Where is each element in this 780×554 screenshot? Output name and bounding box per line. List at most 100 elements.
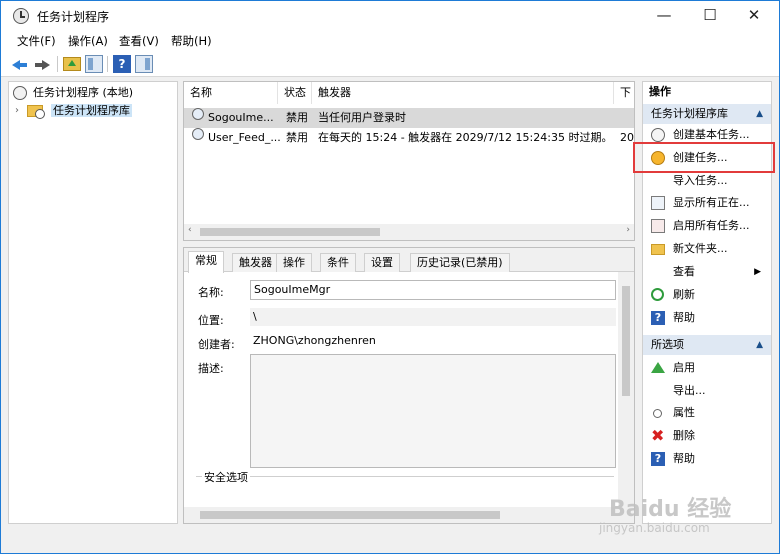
menu-help[interactable]: 帮助(H) [171,33,212,49]
watermark: Baidu 经验 jingyan.baidu.com [599,491,769,543]
table-row[interactable]: User_Feed_... 禁用 在每天的 15:24 - 触发器在 2029/… [184,128,634,148]
scrollbar-thumb[interactable] [200,228,380,236]
security-options-group: 安全选项 [196,469,614,506]
up-folder-icon[interactable] [63,57,81,71]
action-help[interactable]: ? 帮助 [643,307,771,329]
minimize-button[interactable]: — [641,1,687,31]
group-title: 任务计划程序库 [651,107,728,120]
action-label: 查看 [673,265,695,278]
name-label: 名称: [198,286,224,299]
submenu-arrow-icon: ▶ [754,267,761,277]
forward-arrow-icon[interactable] [33,55,51,73]
action-label: 帮助 [673,311,695,324]
name-field[interactable]: SogouImeMgr [250,280,616,300]
task-status: 禁用 [286,131,308,144]
collapse-triangle-icon[interactable]: ▲ [756,335,763,355]
action-display-running[interactable]: 显示所有正在... [643,192,771,214]
actions-group-library[interactable]: 任务计划程序库 ▲ [643,104,771,124]
task-list: 名称 状态 触发器 下次 SogouIme... 禁用 当任何用户登录时 Use… [183,81,635,241]
column-header-name[interactable]: 名称 [184,82,278,104]
maximize-button[interactable]: ☐ [687,1,733,31]
action-enable[interactable]: 启用 [643,357,771,379]
vertical-scrollbar[interactable] [618,272,634,507]
action-label: 帮助 [673,452,695,465]
column-header-next-run[interactable]: 下次 [614,82,634,121]
details-tabs: 常规 触发器 操作 条件 设置 历史记录(已禁用) [184,248,634,273]
security-options-label: 安全选项 [202,469,250,485]
scrollbar-thumb[interactable] [622,286,630,396]
action-new-folder[interactable]: 新文件夹... [643,238,771,260]
help-icon: ? [651,311,665,325]
menu-action[interactable]: 操作(A) [68,33,108,49]
action-import-task[interactable]: 导入任务... [643,170,771,192]
action-properties[interactable]: 属性 [643,402,771,424]
toolbar-divider [107,56,108,72]
column-header-status[interactable]: 状态 [278,82,312,104]
action-label: 删除 [673,429,695,442]
horizontal-scrollbar[interactable]: ‹ › [184,224,634,240]
tree-root-item[interactable]: 任务计划程序 (本地) [13,84,173,102]
menu-bar: 文件(F) 操作(A) 查看(V) 帮助(H) [1,31,779,51]
actions-group-selected[interactable]: 所选项 ▲ [643,335,771,355]
action-label: 属性 [673,406,695,419]
scroll-right-icon[interactable]: › [626,225,630,235]
action-label: 导出... [673,384,706,397]
menu-file[interactable]: 文件(F) [17,33,56,49]
show-tree-icon[interactable] [85,55,103,73]
task-trigger: 在每天的 15:24 - 触发器在 2029/7/12 15:24:35 时过期… [318,131,613,144]
scroll-left-icon[interactable]: ‹ [188,225,192,235]
tree-child-item[interactable]: › 任务计划程序库 [15,102,133,120]
task-details: 常规 触发器 操作 条件 设置 历史记录(已禁用) 名称: SogouImeMg… [183,247,635,524]
tab-actions[interactable]: 操作 [276,253,312,272]
action-export[interactable]: 导出... [643,380,771,402]
close-button[interactable]: ✕ [731,1,777,31]
action-refresh[interactable]: 刷新 [643,284,771,306]
task-name: SogouIme... [208,111,274,124]
column-header-trigger[interactable]: 触发器 [312,82,614,104]
action-view[interactable]: 查看 ▶ [643,261,771,283]
tab-conditions[interactable]: 条件 [320,253,356,272]
horizontal-scrollbar[interactable] [184,507,634,523]
location-label: 位置: [198,314,224,327]
author-label: 创建者: [198,338,235,351]
back-arrow-icon[interactable] [11,55,29,73]
refresh-icon [651,288,664,301]
help-icon: ? [651,452,665,466]
watermark-url: jingyan.baidu.com [599,521,710,535]
task-scheduler-icon [13,8,29,24]
history-icon [651,219,665,233]
task-trigger: 当任何用户登录时 [318,111,406,124]
list-icon [651,196,665,210]
description-label: 描述: [198,362,224,375]
description-field[interactable] [250,354,616,468]
tab-history[interactable]: 历史记录(已禁用) [410,253,510,272]
clock-icon [192,108,204,120]
title-bar: 任务计划程序 — ☐ ✕ [1,1,779,31]
action-label: 新文件夹... [673,242,728,255]
tab-settings[interactable]: 设置 [364,253,400,272]
clock-icon [192,128,204,140]
folder-clock-icon [27,105,45,119]
action-label: 显示所有正在... [673,196,750,209]
task-name: User_Feed_... [208,131,281,144]
tab-general[interactable]: 常规 [188,251,224,273]
show-action-pane-icon[interactable] [135,55,153,73]
scrollbar-thumb[interactable] [200,511,500,519]
action-enable-history[interactable]: 启用所有任务... [643,215,771,237]
action-label: 导入任务... [673,174,728,187]
group-title: 所选项 [651,338,684,351]
center-pane: 名称 状态 触发器 下次 SogouIme... 禁用 当任何用户登录时 Use… [183,81,635,524]
table-row[interactable]: SogouIme... 禁用 当任何用户登录时 [184,108,634,128]
chevron-right-icon[interactable]: › [15,102,19,120]
collapse-triangle-icon[interactable]: ▲ [756,104,763,124]
clock-icon [13,86,27,100]
tree-root-label: 任务计划程序 (本地) [33,86,134,99]
clock-icon [651,128,665,142]
action-help-selected[interactable]: ? 帮助 [643,448,771,470]
action-label: 刷新 [673,288,695,301]
help-icon[interactable]: ? [113,55,131,73]
menu-view[interactable]: 查看(V) [119,33,159,49]
tab-triggers[interactable]: 触发器 [232,253,279,272]
delete-icon: ✖ [651,426,665,445]
action-delete[interactable]: ✖ 删除 [643,425,771,447]
